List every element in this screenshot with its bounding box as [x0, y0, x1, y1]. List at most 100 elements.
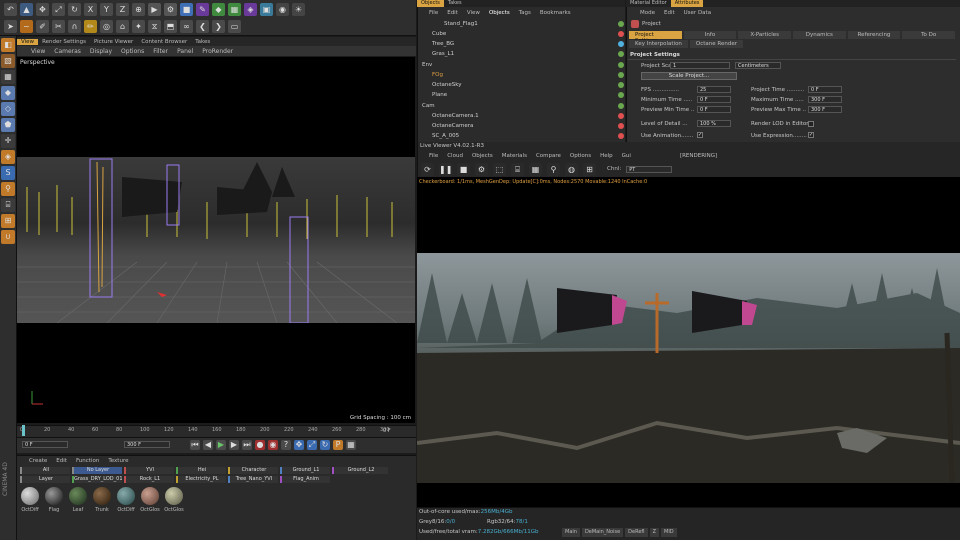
tab-to-do[interactable]: To Do — [902, 31, 956, 39]
pass-demain-noise[interactable]: DeMain_Noise — [581, 528, 624, 537]
record-icon[interactable]: ● — [255, 440, 265, 450]
layer-layer[interactable]: Layer — [20, 476, 70, 483]
visibility-dot-icon[interactable] — [618, 21, 624, 27]
layer-flag-anim[interactable]: Flag_Anim — [280, 476, 330, 483]
tab-info[interactable]: Info — [683, 31, 737, 39]
workplane-icon[interactable]: ▦ — [1, 70, 15, 84]
tab-project-settings[interactable]: Project Settings — [629, 31, 682, 44]
arrow-right-icon[interactable]: ❯ — [212, 19, 225, 33]
lv-settings-icon[interactable]: ⚙ — [475, 162, 488, 176]
lv-menu-help[interactable]: Help — [600, 153, 613, 159]
project-time-field[interactable]: 0 F — [808, 86, 842, 93]
layer-all[interactable]: All — [20, 467, 70, 474]
tab-picture-viewer[interactable]: Picture Viewer — [90, 39, 137, 45]
layer-grass[interactable]: Grass_DRY_LOD_01 — [72, 476, 123, 483]
play-icon[interactable]: ▶ — [216, 440, 226, 450]
lv-menu-file[interactable]: File — [429, 153, 438, 159]
polygons-mode-icon[interactable]: ⬟ — [1, 118, 15, 132]
cube-icon[interactable]: ■ — [180, 2, 193, 16]
tab-referencing[interactable]: Referencing — [847, 31, 901, 39]
pass-z[interactable]: Z — [649, 528, 660, 537]
go-start-icon[interactable]: ⏮ — [190, 440, 200, 450]
key-select-icon[interactable]: ? — [281, 440, 291, 450]
next-key-icon[interactable]: ▶ — [229, 440, 239, 450]
key-pla-icon[interactable]: ▦ — [346, 440, 356, 450]
bridge-icon[interactable]: ⧖ — [148, 19, 161, 33]
attr-menu-edit[interactable]: Edit — [664, 10, 675, 16]
grid-icon[interactable]: ⊞ — [1, 214, 15, 228]
pass-mid[interactable]: MID — [661, 528, 677, 537]
lock-icon[interactable]: ⌸ — [1, 198, 15, 212]
points-mode-icon[interactable]: ◆ — [1, 86, 15, 100]
brush-icon[interactable]: ✐ — [36, 19, 49, 33]
obj-menu-bookmarks[interactable]: Bookmarks — [540, 10, 571, 16]
render-output[interactable]: Checkerboard: 1/1ms, MeshGenDep: Update[… — [417, 177, 960, 507]
go-end-icon[interactable]: ⏭ — [242, 440, 252, 450]
lv-pause-icon[interactable]: ❚❚ — [439, 162, 452, 176]
pass-derefl[interactable]: DeRefl — [625, 528, 648, 537]
scale-icon[interactable]: ⤢ — [52, 2, 65, 16]
lv-region-icon[interactable]: ⬚ — [493, 162, 506, 176]
pass-main[interactable]: Main — [562, 528, 580, 537]
menu-display[interactable]: Display — [90, 48, 112, 55]
tab-octane-render[interactable]: Octane Render — [689, 40, 743, 48]
menu-panel[interactable]: Panel — [177, 48, 193, 55]
object-row[interactable]: Gras_L1 — [418, 49, 628, 59]
obj-menu-objects[interactable]: Objects — [489, 10, 510, 16]
deformer-icon[interactable]: ◈ — [244, 2, 257, 16]
object-row[interactable]: FOg — [418, 70, 628, 80]
tab-material-editor[interactable]: Material Editor — [626, 0, 671, 7]
subdivision-icon[interactable]: ◆ — [212, 2, 225, 16]
auto-key-icon[interactable]: ◉ — [268, 440, 278, 450]
axis-mode-icon[interactable]: ✛ — [1, 134, 15, 148]
sculpt-icon[interactable]: ⌂ — [116, 19, 129, 33]
y-axis-icon[interactable]: Y — [100, 2, 113, 16]
tab-takes[interactable]: Takes — [191, 39, 214, 45]
channel-select[interactable]: PT — [626, 165, 673, 173]
tab-attributes[interactable]: Attributes — [670, 0, 704, 7]
mat-menu-create[interactable]: Create — [29, 458, 47, 464]
snap-icon[interactable]: ⚲ — [1, 182, 15, 196]
attr-menu-user-data[interactable]: User Data — [684, 10, 711, 16]
lod-field[interactable]: 100 % — [697, 120, 731, 127]
visibility-dot-icon[interactable] — [618, 72, 624, 78]
lv-film-icon[interactable]: ▦ — [529, 162, 542, 176]
lv-stop-icon[interactable]: ■ — [457, 162, 470, 176]
material-swatch-7[interactable] — [165, 487, 183, 505]
object-row[interactable]: Tree_BG — [418, 39, 628, 49]
undo-icon[interactable]: ↶ — [4, 2, 17, 16]
visibility-dot-icon[interactable] — [618, 113, 624, 119]
key-rot-icon[interactable]: ↻ — [320, 440, 330, 450]
frame-end-field[interactable]: 300 F — [124, 441, 170, 448]
obj-menu-file[interactable]: File — [429, 10, 438, 16]
render-view-icon[interactable]: ▶ — [148, 2, 161, 16]
render-lod-checkbox[interactable] — [808, 121, 814, 127]
project-scale-unit[interactable]: Centimeters — [735, 62, 781, 69]
lv-menu-cloud[interactable]: Cloud — [447, 153, 463, 159]
live-select-icon[interactable]: ▲ — [20, 2, 33, 16]
project-scale-field[interactable]: 1 — [670, 62, 730, 69]
lv-menu-materials[interactable]: Materials — [502, 153, 527, 159]
pencil-icon[interactable]: ✏ — [84, 19, 97, 33]
loop-icon[interactable]: ∞ — [180, 19, 193, 33]
layer-hei[interactable]: Hei — [176, 467, 226, 474]
prev-key-icon[interactable]: ◀ — [203, 440, 213, 450]
layer-ground-l1[interactable]: Ground_L1 — [280, 467, 330, 474]
tab-render-settings[interactable]: Render Settings — [38, 39, 90, 45]
layer-yvi[interactable]: YVI — [124, 467, 174, 474]
menu-options[interactable]: Options — [121, 48, 144, 55]
move-icon[interactable]: ✥ — [36, 2, 49, 16]
tab-content-browser[interactable]: Content Browser — [137, 39, 191, 45]
material-swatch-3[interactable] — [69, 487, 87, 505]
z-axis-icon[interactable]: Z — [116, 2, 129, 16]
layer-electricity[interactable]: Electricity_PL — [176, 476, 226, 483]
visibility-dot-icon[interactable] — [618, 82, 624, 88]
key-pos-icon[interactable]: ✥ — [294, 440, 304, 450]
knife-icon[interactable]: ✂ — [52, 19, 65, 33]
rotate-icon[interactable]: ↻ — [68, 2, 81, 16]
weight-icon[interactable]: ◎ — [100, 19, 113, 33]
layer-no-layer[interactable]: No Layer — [72, 467, 122, 474]
use-expression-checkbox[interactable]: ✓ — [808, 132, 814, 138]
object-row[interactable]: OctaneCamera.1 — [418, 111, 628, 121]
paint-icon[interactable]: ✦ — [132, 19, 145, 33]
